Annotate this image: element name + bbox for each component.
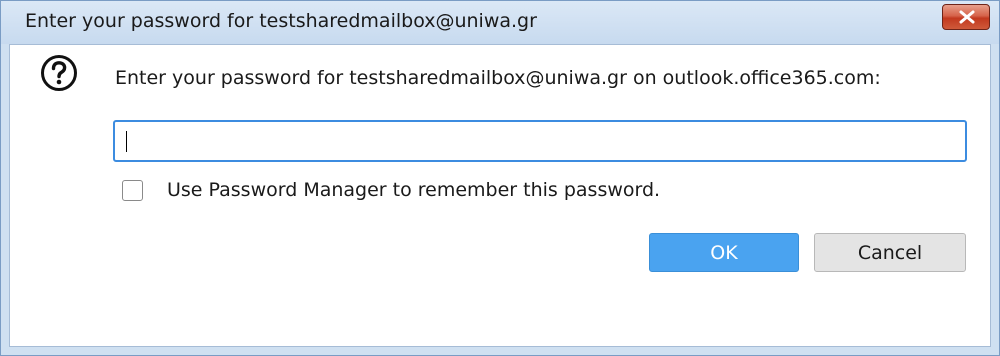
remember-password-checkbox[interactable] — [122, 180, 143, 201]
window-title: Enter your password for testsharedmailbo… — [25, 10, 537, 32]
close-icon — [959, 10, 975, 24]
cancel-button[interactable]: Cancel — [814, 233, 966, 272]
close-button[interactable] — [942, 4, 990, 30]
remember-password-label[interactable]: Use Password Manager to remember this pa… — [167, 179, 660, 201]
password-dialog-window: Enter your password for testsharedmailbo… — [0, 0, 1000, 356]
title-bar[interactable]: Enter your password for testsharedmailbo… — [1, 1, 999, 44]
question-icon — [41, 55, 77, 91]
dialog-message: Enter your password for testsharedmailbo… — [115, 67, 881, 89]
password-input[interactable] — [113, 120, 967, 162]
text-caret — [126, 131, 127, 152]
ok-button[interactable]: OK — [649, 233, 799, 272]
